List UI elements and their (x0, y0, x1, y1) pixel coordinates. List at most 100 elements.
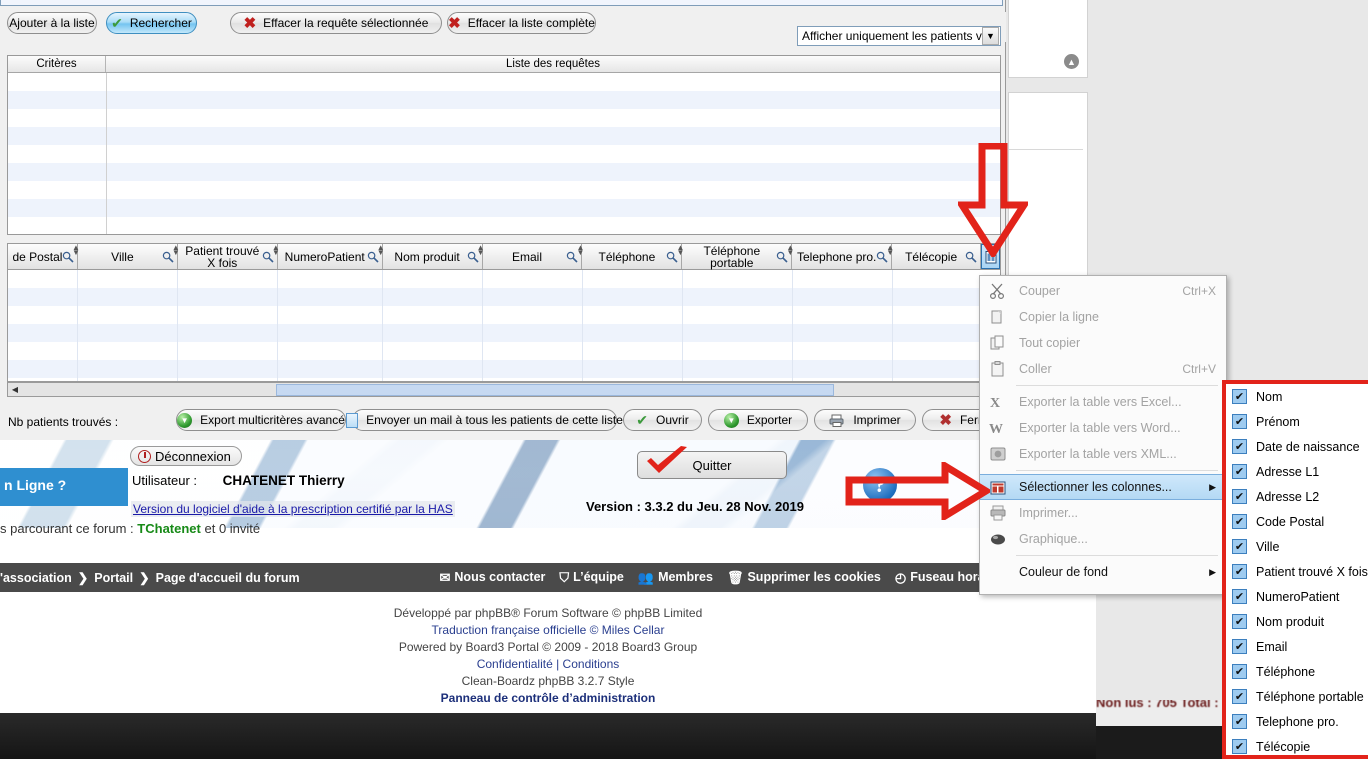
table-row[interactable] (8, 199, 1000, 217)
criteria-grid[interactable]: Critères Liste des requêtes (7, 55, 1001, 235)
table-row[interactable] (8, 360, 1000, 378)
column-header-numero-patient[interactable]: NumeroPatient ▲ ▼ (278, 244, 385, 269)
nav-timezone[interactable]: ◴ Fuseau horai (895, 570, 988, 584)
table-row[interactable] (8, 163, 1000, 181)
query-list-column-header[interactable]: Liste des requêtes (106, 56, 1000, 72)
checkbox[interactable]: ✔ (1232, 714, 1247, 729)
table-row[interactable] (8, 217, 1000, 235)
table-row[interactable] (8, 342, 1000, 360)
menu-item-coller[interactable]: Coller Ctrl+V (980, 356, 1226, 382)
export-advanced-button[interactable]: ▼ Export multicritères avancé (176, 409, 346, 431)
footer-line-admin-panel[interactable]: Panneau de contrôle d’administration (0, 690, 1096, 707)
checkbox[interactable]: ✔ (1232, 639, 1247, 654)
table-row[interactable] (8, 306, 1000, 324)
menu-item-export-word[interactable]: W Exporter la table vers Word... (980, 415, 1226, 441)
table-row[interactable] (8, 109, 1000, 127)
open-button[interactable]: ✔ Ouvrir (623, 409, 702, 431)
checkbox[interactable]: ✔ (1232, 389, 1247, 404)
column-option-adresse-l1[interactable]: ✔ Adresse L1 (1226, 459, 1368, 484)
checkbox[interactable]: ✔ (1232, 614, 1247, 629)
clear-full-list-button[interactable]: ✖ Effacer la liste complète (447, 12, 596, 34)
column-option-adresse-l2[interactable]: ✔ Adresse L2 (1226, 484, 1368, 509)
dossier-number-field[interactable]: Numéro de dossier (0, 0, 1003, 6)
column-option-date-de-naissance[interactable]: ✔ Date de naissance (1226, 434, 1368, 459)
footer-line-privacy-terms[interactable]: Confidentialité | Conditions (0, 656, 1096, 673)
menu-item-export-xml[interactable]: Exporter la table vers XML... (980, 441, 1226, 467)
nav-contact[interactable]: ✉ Nous contacter (440, 570, 546, 584)
table-row[interactable] (8, 91, 1000, 109)
criteria-column-header[interactable]: Critères (8, 56, 106, 72)
menu-item-tout-copier[interactable]: Tout copier (980, 330, 1226, 356)
table-row[interactable] (8, 145, 1000, 163)
patient-filter-select[interactable]: Afficher uniquement les patients vivants… (797, 26, 1001, 46)
table-row[interactable] (8, 181, 1000, 199)
breadcrumb-item-forum-home[interactable]: Page d'accueil du forum (156, 571, 300, 585)
checkbox[interactable]: ✔ (1232, 589, 1247, 604)
column-header-telephone[interactable]: Téléphone ▲ ▼ (582, 244, 684, 269)
column-header-patient-trouve[interactable]: Patient trouvé X fois ▲ ▼ (178, 244, 280, 269)
scrollbar-thumb[interactable] (276, 384, 834, 396)
checkbox[interactable]: ✔ (1232, 689, 1247, 704)
send-mail-button[interactable]: Envoyer un mail à tous les patients de c… (346, 409, 623, 431)
search-button[interactable]: ✔ Rechercher (106, 12, 197, 34)
column-header-telephone-pro[interactable]: Telephone pro. ▲ ▼ (792, 244, 894, 269)
column-option-telecopie[interactable]: ✔ Télécopie (1226, 734, 1368, 759)
checkbox[interactable]: ✔ (1232, 464, 1247, 479)
menu-item-couleur-de-fond[interactable]: Couleur de fond ▶ (980, 559, 1226, 585)
column-option-ville[interactable]: ✔ Ville (1226, 534, 1368, 559)
column-option-patient-trouve-x-fois[interactable]: ✔ Patient trouvé X fois (1226, 559, 1368, 584)
table-row[interactable] (8, 288, 1000, 306)
table-row[interactable] (8, 73, 1000, 91)
checkbox[interactable]: ✔ (1232, 414, 1247, 429)
grid-context-menu[interactable]: Couper Ctrl+X Copier la ligne Tout copie… (979, 275, 1227, 595)
horizontal-scrollbar[interactable]: ◀ ▶ (7, 382, 1001, 397)
table-row[interactable] (8, 127, 1000, 145)
breadcrumb-item-association[interactable]: 'association (0, 571, 72, 585)
column-option-telephone-pro[interactable]: ✔ Telephone pro. (1226, 709, 1368, 734)
column-header-email[interactable]: Email ▲ ▼ (483, 244, 584, 269)
logout-button[interactable]: Déconnexion (130, 446, 242, 466)
menu-item-imprimer[interactable]: Imprimer... (980, 500, 1226, 526)
column-header-ville[interactable]: Ville ▲ ▼ (78, 244, 180, 269)
add-to-list-button[interactable]: Ajouter à la liste (7, 12, 97, 34)
column-option-email[interactable]: ✔ Email (1226, 634, 1368, 659)
print-button[interactable]: Imprimer (814, 409, 916, 431)
table-row[interactable] (8, 324, 1000, 342)
nav-members[interactable]: 👥 Membres (638, 570, 713, 584)
column-option-nom[interactable]: ✔ Nom (1226, 384, 1368, 409)
export-button[interactable]: ▼ Exporter (708, 409, 808, 431)
table-row[interactable] (8, 270, 1000, 288)
breadcrumb-item-portail[interactable]: Portail (94, 571, 133, 585)
chevron-down-icon[interactable]: ▼ (982, 27, 999, 45)
clear-selected-query-button[interactable]: ✖ Effacer la requête sélectionnée (230, 12, 442, 34)
has-certification-link[interactable]: Version du logiciel d'aide à la prescrip… (131, 501, 455, 517)
results-grid[interactable] (7, 270, 1001, 382)
column-header-code-postal[interactable]: de Postal ▲ ▼ (8, 244, 80, 269)
checkbox[interactable]: ✔ (1232, 439, 1247, 454)
column-option-code-postal[interactable]: ✔ Code Postal (1226, 509, 1368, 534)
checkbox[interactable]: ✔ (1232, 539, 1247, 554)
checkbox[interactable]: ✔ (1232, 489, 1247, 504)
column-option-numero-patient[interactable]: ✔ NumeroPatient (1226, 584, 1368, 609)
checkbox[interactable]: ✔ (1232, 739, 1247, 754)
column-option-telephone[interactable]: ✔ Téléphone (1226, 659, 1368, 684)
menu-item-select-columns[interactable]: Sélectionner les colonnes... ▶ (980, 474, 1226, 500)
menu-item-graphique[interactable]: Graphique... (980, 526, 1226, 552)
menu-item-copier-la-ligne[interactable]: Copier la ligne (980, 304, 1226, 330)
column-option-nom-produit[interactable]: ✔ Nom produit (1226, 609, 1368, 634)
nav-delete-cookies[interactable]: 🗑 Supprimer les cookies (727, 570, 881, 584)
column-header-nom-produit[interactable]: Nom produit ▲ ▼ (383, 244, 485, 269)
column-option-telephone-portable[interactable]: ✔ Téléphone portable (1226, 684, 1368, 709)
columns-selection-panel[interactable]: ✔ Nom ✔ Prénom ✔ Date de naissance ✔ Adr… (1222, 380, 1368, 759)
menu-item-export-excel[interactable]: X Exporter la table vers Excel... (980, 389, 1226, 415)
scroll-left-arrow[interactable]: ◀ (8, 383, 22, 396)
column-header-telephone-portable[interactable]: Téléphone portable ▲ ▼ (682, 244, 794, 269)
checkbox[interactable]: ✔ (1232, 514, 1247, 529)
checkbox[interactable]: ✔ (1232, 564, 1247, 579)
column-option-prenom[interactable]: ✔ Prénom (1226, 409, 1368, 434)
nav-team[interactable]: ⛉ L’équipe (559, 570, 623, 584)
chevron-up-icon[interactable]: ▲ (1064, 54, 1079, 69)
checkbox[interactable]: ✔ (1232, 664, 1247, 679)
footer-line-translation[interactable]: Traduction française officielle © Miles … (0, 622, 1096, 639)
criteria-grid-body[interactable] (8, 73, 1000, 234)
